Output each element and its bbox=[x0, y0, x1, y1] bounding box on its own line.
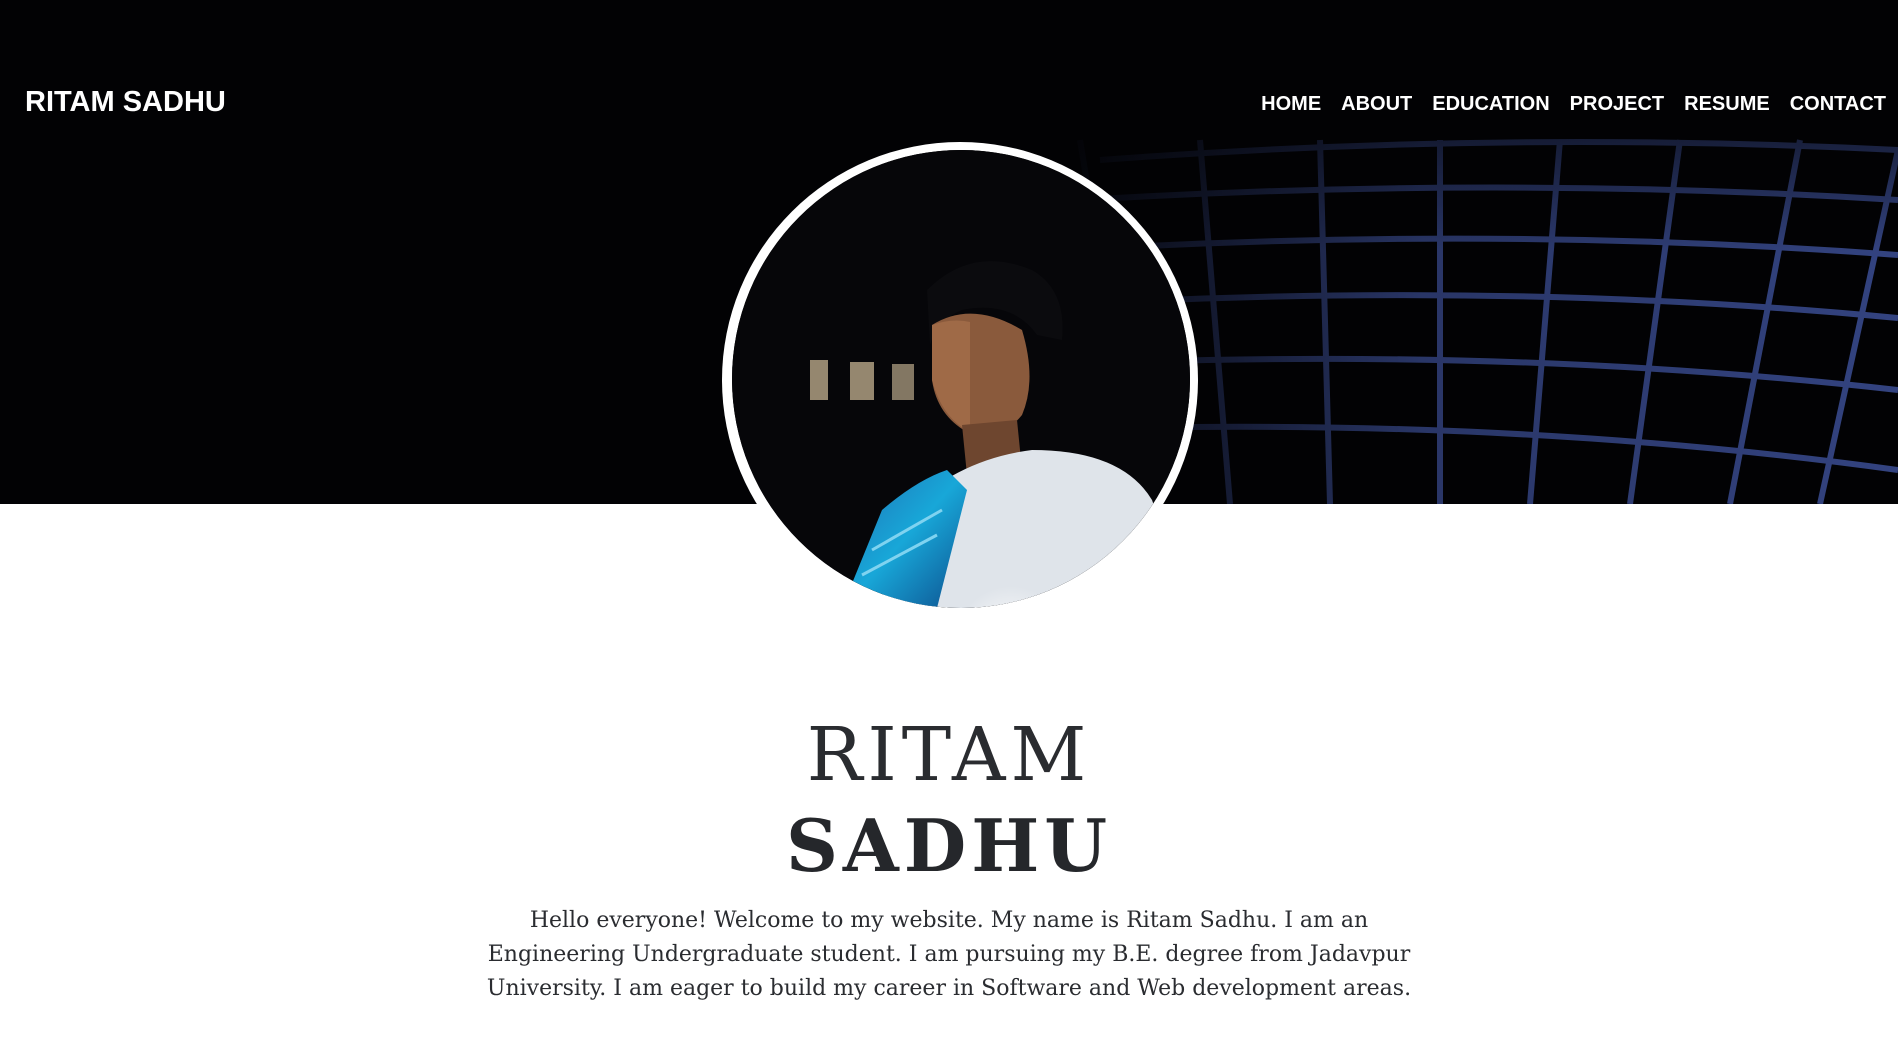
site-brand[interactable]: RITAM SADHU bbox=[25, 86, 226, 119]
nav-education[interactable]: EDUCATION bbox=[1432, 93, 1549, 116]
bio-text: Hello everyone! Welcome to my website. M… bbox=[486, 908, 1412, 1001]
nav-project[interactable]: PROJECT bbox=[1570, 93, 1664, 116]
profile-photo-icon bbox=[732, 150, 1190, 608]
intro-section: RITAM SADHU Hello everyone! Welcome to m… bbox=[0, 700, 1898, 1006]
first-name-heading: RITAM bbox=[806, 712, 1092, 798]
nav-home[interactable]: HOME bbox=[1261, 93, 1321, 116]
nav-contact[interactable]: CONTACT bbox=[1790, 93, 1886, 116]
nav-resume[interactable]: RESUME bbox=[1684, 93, 1770, 116]
profile-photo bbox=[732, 150, 1190, 608]
last-name-heading: SADHU bbox=[785, 803, 1113, 888]
main-nav: HOME ABOUT EDUCATION PROJECT RESUME CONT… bbox=[1241, 93, 1886, 116]
nav-about[interactable]: ABOUT bbox=[1341, 93, 1412, 116]
profile-photo-frame bbox=[722, 142, 1198, 618]
